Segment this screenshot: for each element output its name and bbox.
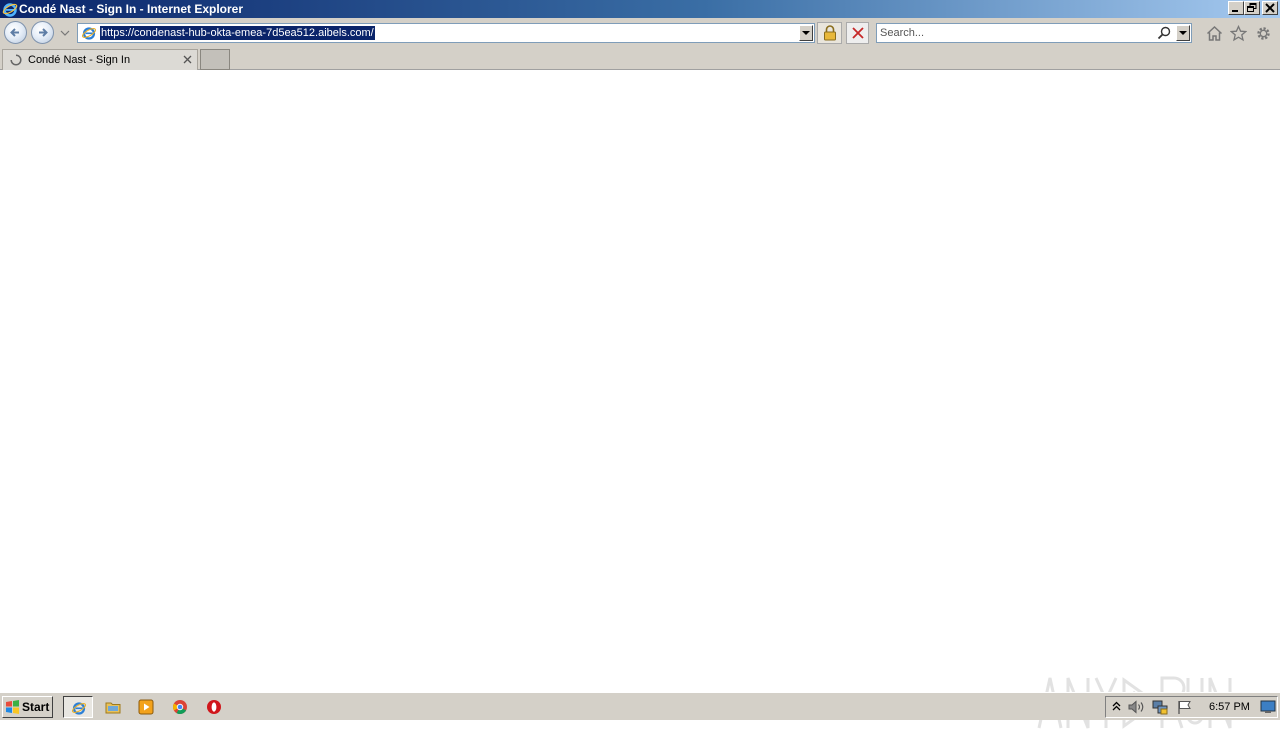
search-icon[interactable]	[1157, 26, 1171, 40]
minimize-button[interactable]	[1228, 1, 1244, 15]
taskbar-media-player[interactable]	[131, 696, 161, 718]
stop-x-icon	[852, 27, 864, 39]
lock-icon	[824, 25, 836, 41]
opera-icon	[207, 700, 221, 714]
chevron-down-icon	[802, 31, 810, 35]
home-icon[interactable]	[1206, 25, 1223, 42]
navigation-bar: https://condenast-hub-okta-emea-7d5ea512…	[0, 18, 1280, 48]
start-button[interactable]: Start	[2, 696, 53, 718]
taskbar-opera[interactable]	[199, 696, 229, 718]
tab-conde-nast-sign-in[interactable]: Condé Nast - Sign In	[2, 49, 198, 70]
show-hidden-icons-icon[interactable]	[1112, 700, 1121, 712]
folder-icon	[105, 702, 121, 714]
close-icon	[1265, 3, 1275, 13]
search-box[interactable]	[876, 23, 1192, 43]
new-tab-button[interactable]	[200, 49, 230, 70]
close-button[interactable]	[1262, 1, 1278, 15]
restore-button[interactable]	[1244, 1, 1260, 15]
page-content	[0, 70, 1280, 729]
address-dropdown-button[interactable]	[799, 25, 813, 41]
search-provider-dropdown[interactable]	[1176, 25, 1190, 41]
favorites-star-icon[interactable]	[1230, 25, 1247, 42]
tab-close-icon[interactable]	[183, 55, 192, 64]
restore-icon	[1247, 3, 1257, 12]
loading-spinner-icon	[10, 54, 22, 66]
start-label: Start	[22, 700, 50, 714]
window-title: Condé Nast - Sign In - Internet Explorer	[19, 2, 244, 16]
tab-label: Condé Nast - Sign In	[28, 54, 131, 66]
taskbar: Start 6:57 PM	[0, 692, 1280, 720]
clock[interactable]: 6:57 PM	[1209, 701, 1250, 713]
action-center-flag-icon[interactable]	[1177, 700, 1193, 715]
minimize-icon	[1232, 10, 1238, 12]
back-arrow-icon	[10, 28, 19, 37]
windows-logo-icon	[6, 700, 19, 714]
internet-explorer-icon	[71, 702, 87, 715]
settings-gear-icon[interactable]	[1255, 25, 1272, 42]
forward-arrow-icon	[39, 28, 48, 37]
media-player-icon	[138, 699, 154, 715]
search-input[interactable]	[880, 26, 1150, 40]
internet-explorer-icon	[2, 3, 18, 17]
title-bar: Condé Nast - Sign In - Internet Explorer	[0, 0, 1280, 18]
forward-button[interactable]	[31, 21, 54, 44]
back-button[interactable]	[4, 21, 27, 44]
taskbar-file-explorer[interactable]	[98, 696, 128, 718]
taskbar-internet-explorer[interactable]	[63, 696, 93, 718]
recent-pages-dropdown-icon[interactable]	[60, 29, 70, 37]
show-desktop-icon[interactable]	[1260, 700, 1276, 714]
tab-bar: Condé Nast - Sign In	[0, 48, 1280, 70]
system-tray: 6:57 PM	[1105, 696, 1278, 718]
volume-icon[interactable]	[1128, 700, 1146, 714]
page-ie-icon	[81, 27, 97, 40]
chevron-down-icon	[1179, 31, 1187, 35]
url-text[interactable]: https://condenast-hub-okta-emea-7d5ea512…	[100, 26, 375, 40]
address-bar[interactable]: https://condenast-hub-okta-emea-7d5ea512…	[77, 23, 815, 43]
network-icon[interactable]	[1152, 700, 1170, 715]
security-lock-button[interactable]	[817, 22, 842, 44]
stop-button[interactable]	[846, 22, 869, 44]
chrome-icon	[172, 700, 187, 715]
taskbar-chrome[interactable]	[165, 696, 195, 718]
